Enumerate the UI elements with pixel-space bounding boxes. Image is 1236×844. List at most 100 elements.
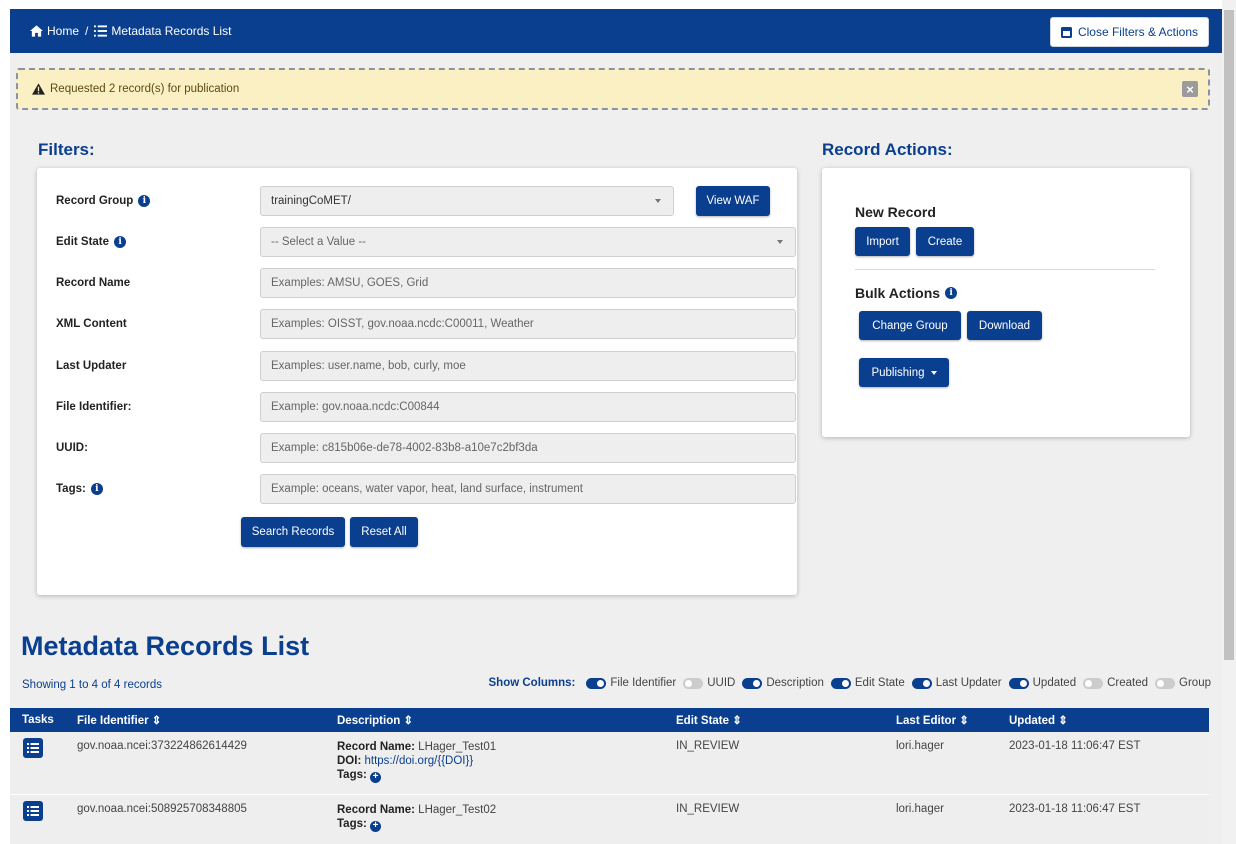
toggle-uuid[interactable]: [683, 677, 704, 689]
filter-row-file-identifier: File Identifier: Example: gov.noaa.ncdc:…: [56, 392, 796, 422]
row-tasks-button[interactable]: [23, 738, 43, 758]
toggle-description[interactable]: [742, 677, 763, 689]
new-record-heading: New Record: [855, 204, 936, 220]
plus-circle-icon[interactable]: +: [370, 771, 382, 783]
filter-row-uuid: UUID: Example: c815b06e-de78-4002-83b8-a…: [56, 433, 796, 463]
toggle-edit-state[interactable]: [830, 677, 851, 689]
header-updated[interactable]: Updated ⇕: [1009, 708, 1068, 732]
plus-circle-icon[interactable]: +: [370, 820, 382, 832]
header-edit-state[interactable]: Edit State ⇕: [676, 708, 742, 732]
close-box-icon: [1060, 26, 1072, 38]
record-name-value: LHager_Test02: [418, 804, 497, 816]
actions-divider: [855, 269, 1155, 270]
scrollbar-thumb[interactable]: [1224, 10, 1234, 660]
publishing-dropdown-button[interactable]: Publishing: [859, 358, 949, 387]
publication-alert: Requested 2 record(s) for publication ×: [16, 68, 1210, 110]
breadcrumb-separator: /: [85, 24, 89, 38]
record-name-input[interactable]: Examples: AMSU, GOES, Grid: [260, 268, 796, 298]
create-button[interactable]: Create: [916, 227, 974, 256]
search-records-button[interactable]: Search Records: [241, 517, 345, 547]
tags-label: Tags:: [337, 818, 367, 830]
table-row: gov.noaa.ncei:373224862614429 Record Nam…: [10, 732, 1209, 794]
record-name-label: Record Name:: [337, 804, 415, 816]
record-name-label: Record Name:: [337, 741, 415, 753]
close-filters-actions-button[interactable]: Close Filters & Actions: [1049, 17, 1209, 47]
breadcrumb-home-link[interactable]: Home: [47, 24, 79, 38]
cell-file-identifier: gov.noaa.ncei:373224862614429: [77, 740, 247, 752]
doi-label: DOI:: [337, 755, 362, 767]
doi-link[interactable]: https://doi.org/{{DOI}}: [364, 755, 473, 767]
info-icon[interactable]: i: [90, 483, 103, 495]
top-navbar: Home / Metadata Records List Close Filte…: [10, 9, 1222, 53]
import-button[interactable]: Import: [855, 227, 910, 256]
cell-updated: 2023-01-18 11:06:47 EST: [1009, 740, 1141, 752]
bulk-actions-heading: Bulk Actions i: [855, 285, 958, 301]
header-description[interactable]: Description ⇕: [337, 708, 413, 732]
home-icon: [30, 25, 43, 37]
record-group-label: Record Group i: [56, 186, 151, 216]
toggle-label-file-identifier: File Identifier: [610, 677, 677, 689]
info-icon[interactable]: i: [945, 287, 958, 299]
cell-description: Record Name: LHager_Test01 DOI: https://…: [337, 740, 496, 783]
show-columns-toggles: Show Columns: File Identifier UUID Descr…: [489, 677, 1212, 689]
header-last-editor[interactable]: Last Editor ⇕: [896, 708, 969, 732]
cell-file-identifier: gov.noaa.ncei:508925708348805: [77, 803, 247, 815]
uuid-label: UUID:: [56, 442, 88, 454]
toggle-label-edit-state: Edit State: [854, 677, 905, 689]
filter-row-tags: Tags: i Example: oceans, water vapor, hea…: [56, 474, 796, 504]
record-name-label: Record Name: [56, 277, 131, 289]
filter-row-record-name: Record Name Examples: AMSU, GOES, Grid: [56, 268, 796, 298]
toggle-last-updater[interactable]: [911, 677, 932, 689]
record-actions-title: Record Actions:: [822, 140, 953, 159]
edit-state-label: Edit State i: [56, 227, 127, 257]
download-button[interactable]: Download: [967, 311, 1042, 340]
header-file-identifier[interactable]: File Identifier ⇕: [77, 708, 161, 732]
filter-row-xml-content: XML Content Examples: OISST, gov.noaa.nc…: [56, 309, 796, 339]
cell-last-editor: lori.hager: [896, 740, 944, 752]
tags-input[interactable]: Example: oceans, water vapor, heat, land…: [260, 474, 796, 504]
uuid-input[interactable]: Example: c815b06e-de78-4002-83b8-a10e7c2…: [260, 433, 796, 463]
last-updater-input[interactable]: Examples: user.name, bob, curly, moe: [260, 351, 796, 381]
tasks-icon: [27, 806, 39, 816]
chevron-down-icon: [777, 240, 783, 244]
toggle-group[interactable]: [1155, 677, 1176, 689]
toggle-label-created: Created: [1107, 677, 1149, 689]
breadcrumb: Home / Metadata Records List: [30, 24, 231, 38]
row-tasks-button[interactable]: [23, 801, 43, 821]
toggle-label-group: Group: [1179, 677, 1211, 689]
change-group-button[interactable]: Change Group: [859, 311, 961, 340]
filter-row-last-updater: Last Updater Examples: user.name, bob, c…: [56, 351, 796, 381]
edit-state-select[interactable]: -- Select a Value --: [260, 227, 796, 257]
reset-all-button[interactable]: Reset All: [350, 517, 418, 547]
filter-row-record-group: Record Group i trainingCoMET/ View WAF: [56, 186, 796, 216]
info-icon[interactable]: i: [114, 236, 127, 248]
toggle-created[interactable]: [1083, 677, 1104, 689]
last-updater-label: Last Updater: [56, 360, 127, 372]
tasks-icon: [27, 743, 39, 753]
xml-content-input[interactable]: Examples: OISST, gov.noaa.ncdc:C00011, W…: [260, 309, 796, 339]
app-frame: Home / Metadata Records List Close Filte…: [10, 9, 1222, 844]
alert-message: Requested 2 record(s) for publication: [50, 83, 240, 95]
record-name-value: LHager_Test01: [418, 741, 497, 753]
breadcrumb-current: Metadata Records List: [111, 24, 232, 38]
cell-edit-state: IN_REVIEW: [676, 740, 740, 752]
chevron-down-icon: [930, 370, 937, 375]
cell-edit-state: IN_REVIEW: [676, 803, 740, 815]
show-columns-label: Show Columns:: [488, 677, 576, 689]
header-tasks: Tasks: [22, 714, 54, 726]
toggle-updated[interactable]: [1008, 677, 1029, 689]
info-icon[interactable]: i: [138, 195, 151, 207]
records-count-text: Showing 1 to 4 of 4 records: [22, 679, 162, 691]
view-waf-button[interactable]: View WAF: [696, 186, 770, 216]
record-group-select[interactable]: trainingCoMET/: [260, 186, 674, 216]
toggle-label-updated: Updated: [1032, 677, 1077, 689]
toggle-file-identifier[interactable]: [586, 677, 607, 689]
page-scrollbar[interactable]: [1222, 0, 1236, 844]
file-identifier-input[interactable]: Example: gov.noaa.ncdc:C00844: [260, 392, 796, 422]
alert-close-button[interactable]: ×: [1182, 81, 1198, 97]
xml-content-label: XML Content: [56, 318, 127, 330]
tags-label: Tags: i: [56, 474, 103, 504]
chevron-down-icon: [655, 199, 661, 203]
cell-description: Record Name: LHager_Test02 Tags: +: [337, 803, 496, 832]
filter-row-edit-state: Edit State i -- Select a Value --: [56, 227, 796, 257]
